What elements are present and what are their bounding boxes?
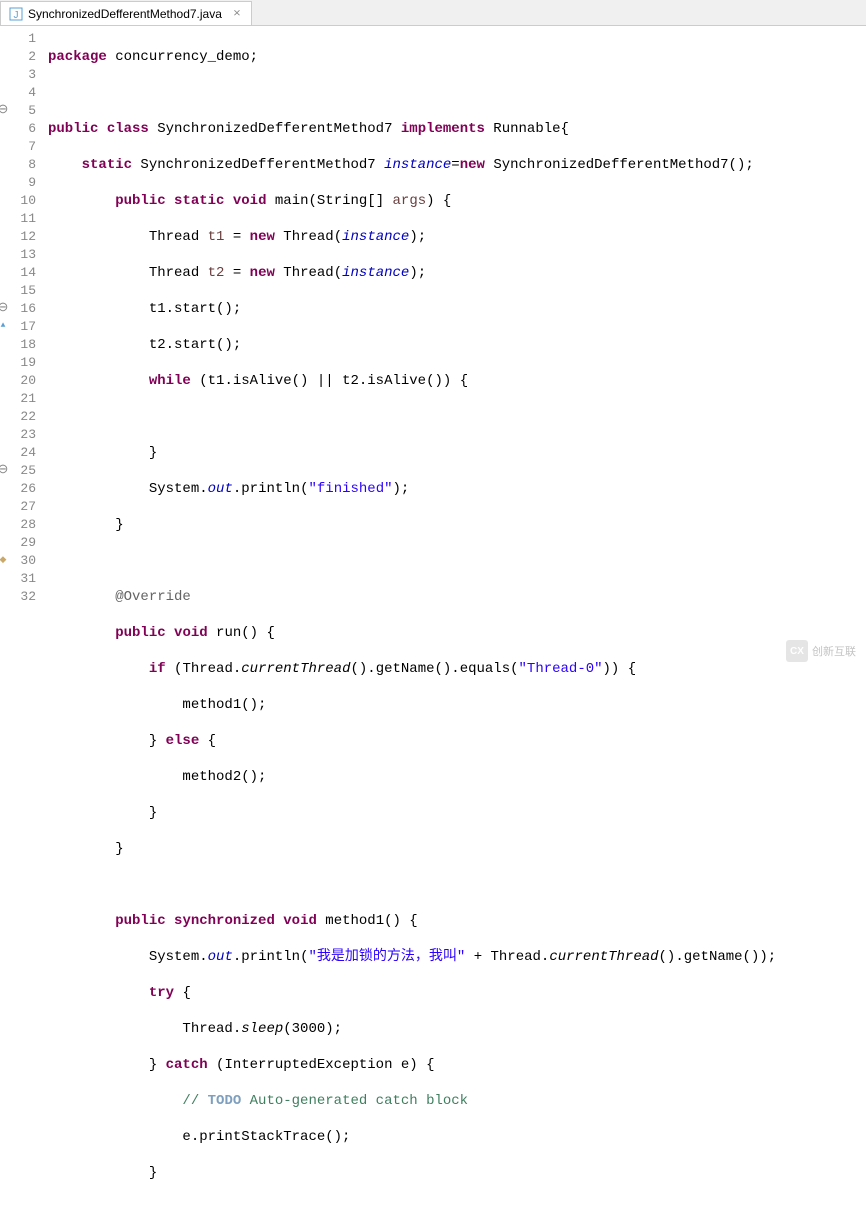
watermark-text: 创新互联 bbox=[812, 643, 856, 659]
watermark: CX 创新互联 bbox=[786, 640, 856, 662]
code-area[interactable]: package concurrency_demo; public class S… bbox=[44, 26, 866, 672]
line-number: ◆30 bbox=[0, 552, 36, 570]
line-number: 7 bbox=[0, 138, 36, 156]
fold-marker-icon[interactable]: ⊖ bbox=[0, 465, 8, 475]
line-number: 14 bbox=[0, 264, 36, 282]
fold-marker-icon[interactable]: ⊖ bbox=[0, 303, 8, 313]
line-number: 28 bbox=[0, 516, 36, 534]
override-marker-icon[interactable]: ▲ bbox=[0, 321, 8, 331]
line-number: 9 bbox=[0, 174, 36, 192]
warning-marker-icon[interactable]: ◆ bbox=[0, 555, 8, 565]
line-number: 3 bbox=[0, 66, 36, 84]
tab-filename: SynchronizedDefferentMethod7.java bbox=[28, 7, 222, 21]
tab-bar: J SynchronizedDefferentMethod7.java ⨯ bbox=[0, 0, 866, 26]
line-number: 13 bbox=[0, 246, 36, 264]
line-number: 26 bbox=[0, 480, 36, 498]
line-number: 12 bbox=[0, 228, 36, 246]
line-number: 31 bbox=[0, 570, 36, 588]
line-number: 27 bbox=[0, 498, 36, 516]
line-number: ⊖5 bbox=[0, 102, 36, 120]
fold-marker-icon[interactable]: ⊖ bbox=[0, 105, 8, 115]
editor-tab[interactable]: J SynchronizedDefferentMethod7.java ⨯ bbox=[0, 1, 252, 25]
line-gutter: 1 2 3 4 ⊖5 6 7 8 9 10 11 12 13 14 15 ⊖16… bbox=[0, 26, 44, 672]
line-number: 4 bbox=[0, 84, 36, 102]
line-number: 29 bbox=[0, 534, 36, 552]
line-number: 8 bbox=[0, 156, 36, 174]
line-number: 22 bbox=[0, 408, 36, 426]
line-number: 10 bbox=[0, 192, 36, 210]
line-number: 15 bbox=[0, 282, 36, 300]
watermark-logo-icon: CX bbox=[786, 640, 808, 662]
line-number: 24 bbox=[0, 444, 36, 462]
line-number: 11 bbox=[0, 210, 36, 228]
line-number: 6 bbox=[0, 120, 36, 138]
line-number: ▲17 bbox=[0, 318, 36, 336]
line-number: 20 bbox=[0, 372, 36, 390]
line-number: 19 bbox=[0, 354, 36, 372]
line-number: 1 bbox=[0, 30, 36, 48]
svg-text:J: J bbox=[14, 10, 19, 21]
line-number: 23 bbox=[0, 426, 36, 444]
line-number: 32 bbox=[0, 588, 36, 606]
code-editor[interactable]: 1 2 3 4 ⊖5 6 7 8 9 10 11 12 13 14 15 ⊖16… bbox=[0, 26, 866, 672]
line-number: ⊖25 bbox=[0, 462, 36, 480]
close-icon[interactable]: ⨯ bbox=[231, 8, 243, 20]
line-number: 18 bbox=[0, 336, 36, 354]
line-number: 21 bbox=[0, 390, 36, 408]
line-number: 2 bbox=[0, 48, 36, 66]
line-number: ⊖16 bbox=[0, 300, 36, 318]
java-file-icon: J bbox=[9, 7, 23, 21]
